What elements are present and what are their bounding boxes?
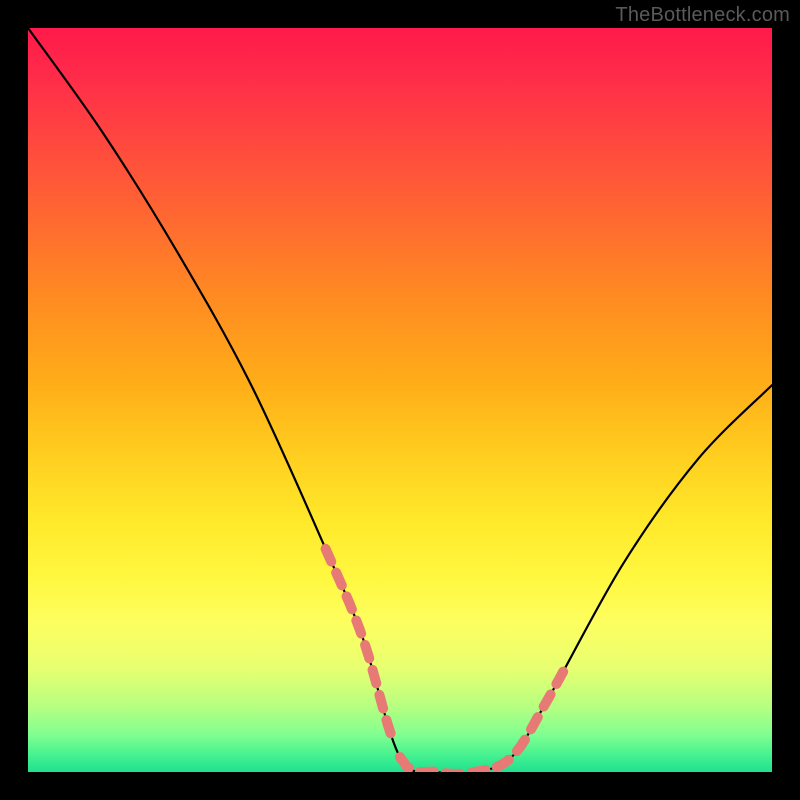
plot-area	[28, 28, 772, 772]
main-curve	[28, 28, 772, 772]
curve-layer	[28, 28, 772, 772]
highlight-left-dash	[326, 549, 393, 740]
highlight-valley-dash	[400, 757, 489, 772]
chart-frame: TheBottleneck.com	[0, 0, 800, 800]
watermark-label: TheBottleneck.com	[615, 4, 790, 27]
highlight-segments	[326, 549, 564, 772]
highlight-right-dash	[497, 671, 564, 767]
